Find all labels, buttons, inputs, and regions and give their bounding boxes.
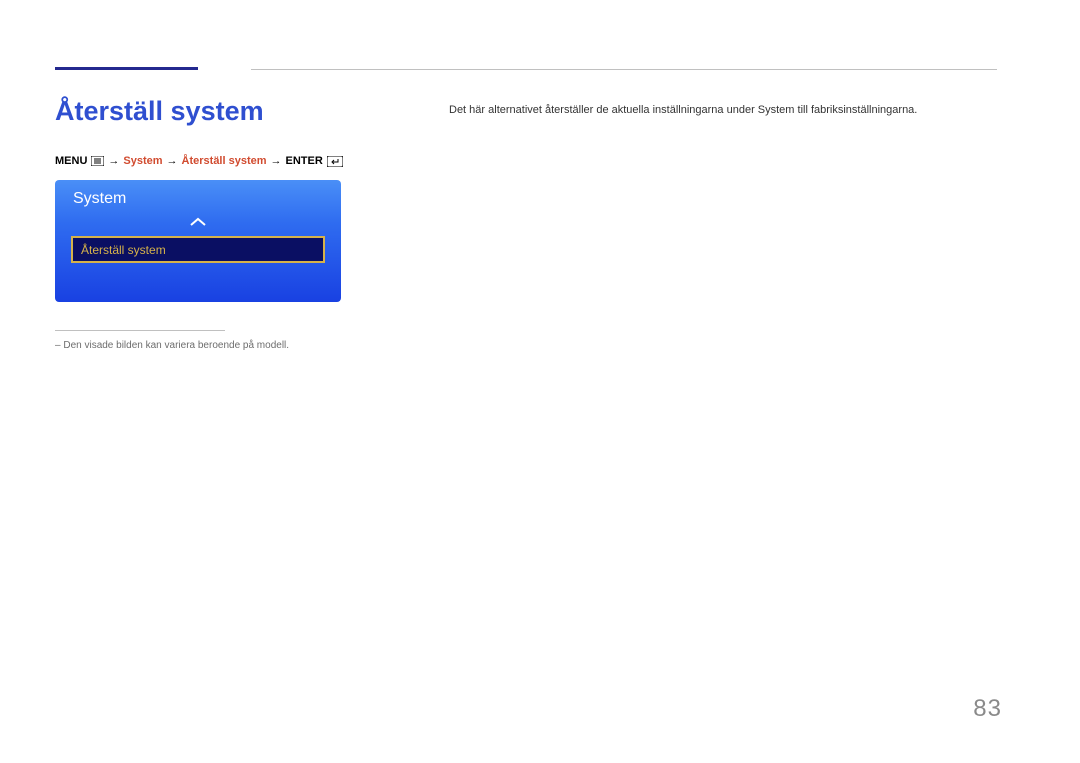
arrow-icon: → bbox=[167, 155, 178, 167]
body-description: Det här alternativet återställer de aktu… bbox=[449, 103, 917, 118]
arrow-icon: → bbox=[108, 155, 119, 167]
top-divider bbox=[251, 69, 997, 70]
page-number: 83 bbox=[973, 695, 1002, 723]
page-title: Återställ system bbox=[55, 96, 264, 127]
menu-panel: System Återställ system bbox=[55, 180, 341, 302]
footnote-divider bbox=[55, 330, 225, 331]
menu-icon bbox=[91, 156, 104, 166]
top-accent-bar bbox=[55, 67, 198, 70]
breadcrumb-reset: Återställ system bbox=[182, 155, 267, 167]
menu-panel-header: System bbox=[55, 180, 341, 216]
breadcrumb: MENU → System → Återställ system → ENTER bbox=[55, 155, 343, 167]
chevron-up-icon bbox=[55, 214, 341, 232]
arrow-icon: → bbox=[271, 155, 282, 167]
enter-icon bbox=[327, 156, 343, 167]
footnote-text: Den visade bilden kan variera beroende p… bbox=[55, 340, 289, 351]
menu-panel-selected-item[interactable]: Återställ system bbox=[71, 236, 325, 263]
breadcrumb-system: System bbox=[123, 155, 162, 167]
breadcrumb-enter-label: ENTER bbox=[286, 155, 323, 167]
menu-panel-selected-item-label: Återställ system bbox=[81, 243, 166, 257]
breadcrumb-menu-label: MENU bbox=[55, 155, 87, 167]
